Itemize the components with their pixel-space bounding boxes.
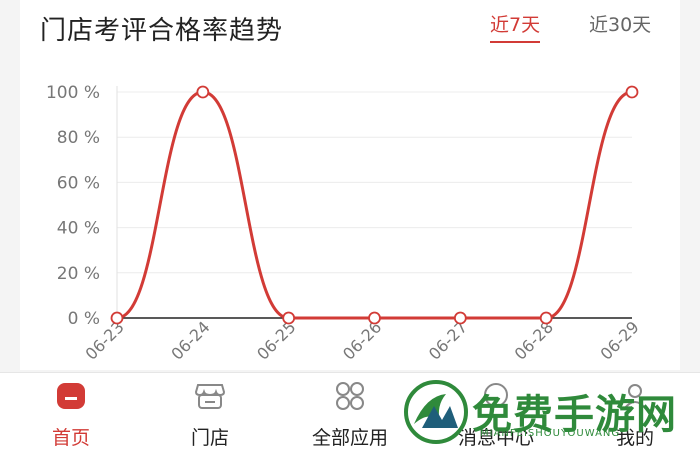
data-point <box>110 311 124 325</box>
data-point <box>368 311 381 325</box>
nav-label-store: 门店 <box>190 427 229 449</box>
x-tick-label: 06-28 <box>511 317 557 363</box>
nav-item-store[interactable]: 门店 <box>175 373 245 451</box>
data-point <box>282 311 296 325</box>
nav-item-home[interactable]: 首页 <box>36 373 106 451</box>
y-tick-label: 60 % <box>57 173 100 193</box>
x-tick-label: 06-29 <box>597 317 643 363</box>
x-tick-label: 06-24 <box>167 317 213 363</box>
home-icon <box>51 379 91 413</box>
nav-item-apps[interactable]: 全部应用 <box>300 373 400 451</box>
app-frame: 门店考评合格率趋势 近7天 近30天 0 % 20 % 40 % 60 % 80 % 10… <box>0 0 700 451</box>
watermark: 免费手游网 MIANFEISHOUYOUWANG <box>400 376 700 450</box>
y-tick-label: 100 % <box>46 83 100 103</box>
y-tick-label: 0 % <box>68 309 100 329</box>
nav-label-apps: 全部应用 <box>311 427 388 449</box>
y-tick-label: 20 % <box>57 264 100 284</box>
data-point <box>625 85 639 99</box>
apps-icon <box>330 379 370 413</box>
x-tick-label: 06-26 <box>339 317 385 363</box>
data-point <box>453 311 467 325</box>
x-tick-label: 06-25 <box>253 317 299 363</box>
y-tick-label: 40 % <box>57 219 100 239</box>
data-point <box>539 311 553 325</box>
watermark-logo-icon <box>404 380 468 444</box>
watermark-subtext: MIANFEISHOUYOUWANG <box>480 428 621 439</box>
trend-line-chart: 0 %20 %40 %60 %80 %100 %06-23 06-24 06-25 0… <box>46 83 643 364</box>
nav-label-home: 首页 <box>51 427 90 449</box>
x-tick-label: 06-27 <box>425 317 471 363</box>
series-line <box>116 90 633 320</box>
y-tick-label: 80 % <box>57 128 100 148</box>
data-point <box>196 85 210 99</box>
store-icon <box>190 379 230 413</box>
